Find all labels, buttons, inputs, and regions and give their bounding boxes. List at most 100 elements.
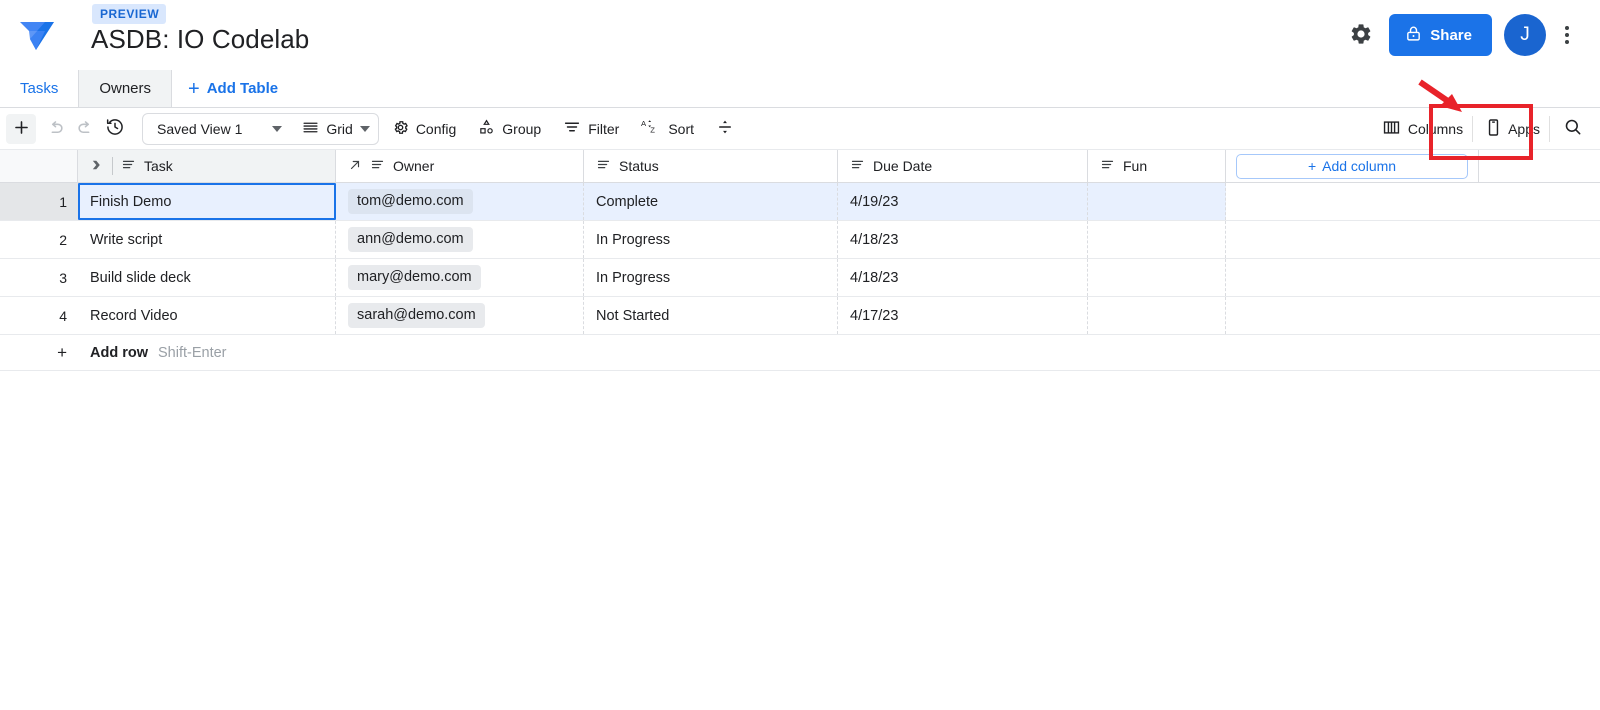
add-table-button[interactable]: + Add Table <box>172 70 294 107</box>
add-column-button[interactable]: + Add column <box>1236 154 1468 179</box>
tab-label: Owners <box>99 80 151 97</box>
tab-tasks[interactable]: Tasks <box>0 70 79 107</box>
preview-badge: PREVIEW <box>92 4 166 24</box>
redo-icon <box>76 118 95 140</box>
cell-status[interactable]: In Progress <box>584 259 838 296</box>
column-header-task[interactable]: Task <box>78 150 336 182</box>
row-number: 2 <box>0 221 78 258</box>
page-title: ASDB: IO Codelab <box>91 24 309 55</box>
kebab-menu-icon[interactable] <box>1550 14 1584 56</box>
reference-arrow-icon <box>348 158 362 175</box>
group-button[interactable]: Group <box>469 114 550 144</box>
cell-status[interactable]: Complete <box>584 183 838 220</box>
row-tail <box>1226 259 1600 296</box>
appsheet-logo <box>16 16 58 56</box>
cell-task[interactable]: Build slide deck <box>78 259 336 296</box>
group-label: Group <box>502 121 541 137</box>
sort-button[interactable]: A Z Sort <box>632 114 703 144</box>
header-tail <box>1479 150 1600 182</box>
table-row[interactable]: 4 Record Video sarah@demo.com Not Starte… <box>0 297 1600 335</box>
row-number: 1 <box>0 183 78 220</box>
cell-due-date[interactable]: 4/19/23 <box>838 183 1088 220</box>
apps-button[interactable]: Apps <box>1477 114 1549 144</box>
owner-chip: tom@demo.com <box>348 189 473 214</box>
expand-row-icon[interactable] <box>90 158 104 175</box>
column-header-label: Fun <box>1123 158 1147 174</box>
cell-owner[interactable]: sarah@demo.com <box>336 297 584 334</box>
config-button[interactable]: Config <box>383 114 465 144</box>
row-height-button[interactable] <box>707 114 743 144</box>
owner-chip: ann@demo.com <box>348 227 473 252</box>
column-header-label: Owner <box>393 158 434 174</box>
row-height-icon <box>716 118 734 139</box>
avatar[interactable]: J <box>1504 14 1546 56</box>
add-table-label: Add Table <box>207 80 278 97</box>
cell-due-date[interactable]: 4/18/23 <box>838 221 1088 258</box>
add-row-bar[interactable]: + Add row Shift-Enter <box>0 335 1600 371</box>
columns-label: Columns <box>1408 121 1463 137</box>
cell-owner[interactable]: ann@demo.com <box>336 221 584 258</box>
cell-owner[interactable]: mary@demo.com <box>336 259 584 296</box>
cell-due-date[interactable]: 4/17/23 <box>838 297 1088 334</box>
table-tabs: Tasks Owners + Add Table <box>0 70 1600 108</box>
column-header-fun[interactable]: Fun <box>1088 150 1226 182</box>
tab-label: Tasks <box>20 80 58 97</box>
column-header-label: Status <box>619 158 659 174</box>
add-column-label: Add column <box>1322 158 1396 174</box>
cell-status[interactable]: In Progress <box>584 221 838 258</box>
toolbar-right-group: Columns Apps <box>1369 114 1592 144</box>
share-button[interactable]: Share <box>1389 14 1492 56</box>
tab-owners[interactable]: Owners <box>79 70 172 107</box>
data-grid: Task Owner Status <box>0 150 1600 371</box>
gutter-header <box>0 150 78 182</box>
chevron-down-icon <box>360 126 370 132</box>
add-row-label[interactable]: Add row <box>90 345 148 361</box>
cell-due-date[interactable]: 4/18/23 <box>838 259 1088 296</box>
gear-icon <box>1349 22 1373 49</box>
history-clock-icon <box>105 117 125 140</box>
svg-text:A: A <box>641 119 647 128</box>
cell-task[interactable]: Record Video <box>78 297 336 334</box>
plus-icon: + <box>0 343 78 363</box>
column-header-due-date[interactable]: Due Date <box>838 150 1088 182</box>
view-type-dropdown[interactable]: Grid <box>294 115 375 143</box>
settings-button[interactable] <box>1339 13 1383 57</box>
table-row[interactable]: 3 Build slide deck mary@demo.com In Prog… <box>0 259 1600 297</box>
cell-status[interactable]: Not Started <box>584 297 838 334</box>
row-number: 3 <box>0 259 78 296</box>
gear-icon <box>392 119 409 139</box>
search-button[interactable] <box>1558 114 1588 144</box>
text-lines-icon <box>370 157 385 175</box>
cell-owner[interactable]: tom@demo.com <box>336 183 584 220</box>
config-label: Config <box>416 121 456 137</box>
table-row[interactable]: 1 Finish Demo tom@demo.com Complete 4/19… <box>0 183 1600 221</box>
cell-fun[interactable] <box>1088 259 1226 296</box>
view-type-label: Grid <box>326 121 352 137</box>
columns-icon <box>1382 119 1401 139</box>
cell-fun[interactable] <box>1088 297 1226 334</box>
group-shapes-icon <box>478 118 495 139</box>
columns-button[interactable]: Columns <box>1373 114 1472 144</box>
row-tail <box>1226 221 1600 258</box>
column-header-status[interactable]: Status <box>584 150 838 182</box>
share-label: Share <box>1430 27 1472 44</box>
history-button[interactable] <box>100 114 130 144</box>
cell-task[interactable]: Write script <box>78 221 336 258</box>
cell-task[interactable]: Finish Demo <box>78 183 336 220</box>
view-selector-group: Saved View 1 Grid <box>142 113 379 145</box>
cell-fun[interactable] <box>1088 221 1226 258</box>
cell-fun[interactable] <box>1088 183 1226 220</box>
saved-view-dropdown[interactable]: Saved View 1 <box>145 115 290 143</box>
redo-button[interactable] <box>70 114 100 144</box>
undo-button[interactable] <box>40 114 70 144</box>
table-row[interactable]: 2 Write script ann@demo.com In Progress … <box>0 221 1600 259</box>
appsheet-database-window: PREVIEW ASDB: IO Codelab Sha <box>0 0 1600 710</box>
filter-button[interactable]: Filter <box>554 114 628 144</box>
column-header-label: Due Date <box>873 158 932 174</box>
undo-icon <box>46 118 65 140</box>
add-record-button[interactable] <box>6 114 36 144</box>
row-number: 4 <box>0 297 78 334</box>
saved-view-label: Saved View 1 <box>157 121 242 137</box>
column-header-owner[interactable]: Owner <box>336 150 584 182</box>
plus-icon: + <box>1308 158 1316 174</box>
